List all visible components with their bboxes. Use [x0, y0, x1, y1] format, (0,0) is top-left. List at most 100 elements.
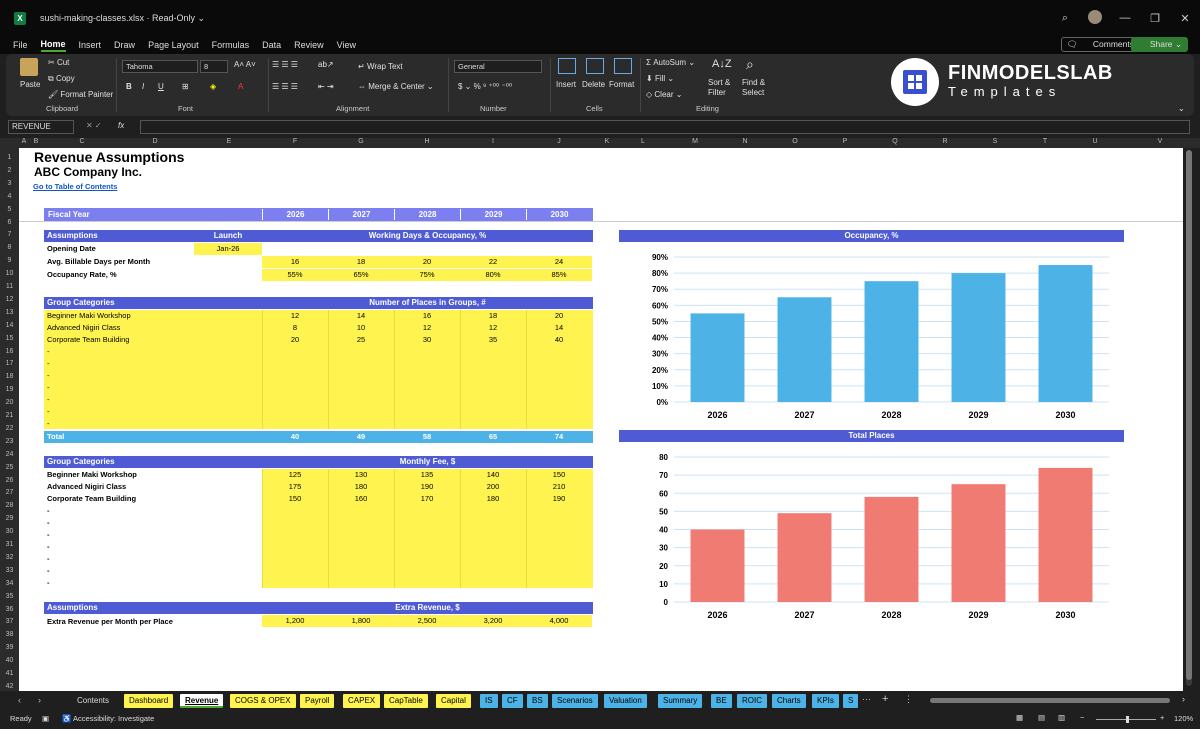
extra-revenue-value[interactable]: 3,200: [460, 615, 526, 627]
row-header[interactable]: 12: [0, 296, 19, 303]
fee-value[interactable]: 140: [460, 470, 526, 480]
billable-days-value[interactable]: 20: [394, 256, 460, 268]
row-header[interactable]: 38: [0, 631, 19, 638]
row-header[interactable]: 13: [0, 309, 19, 316]
row-header[interactable]: 40: [0, 657, 19, 664]
column-header-N[interactable]: N: [735, 138, 755, 145]
close-icon[interactable]: ✕: [1170, 12, 1200, 25]
billable-days-value[interactable]: 22: [460, 256, 526, 268]
place-value[interactable]: 12: [394, 323, 460, 333]
worksheet[interactable]: Revenue Assumptions ABC Company Inc. Go …: [19, 148, 1183, 691]
row-header[interactable]: 14: [0, 322, 19, 329]
format-painter-button[interactable]: 🖌 Format Painter: [48, 90, 113, 99]
restore-icon[interactable]: ❐: [1140, 12, 1170, 25]
place-value[interactable]: 14: [526, 323, 592, 333]
indent-icon[interactable]: ⇤ ⇥: [318, 82, 334, 91]
zoom-level[interactable]: 120%: [1174, 714, 1193, 723]
column-header-C[interactable]: C: [72, 138, 92, 145]
horizontal-scroll-thumb[interactable]: [930, 698, 1170, 703]
scroll-left-icon[interactable]: ‹: [18, 695, 21, 705]
tab-review[interactable]: Review: [294, 40, 324, 50]
sheet-tab-roic[interactable]: ROIC: [737, 694, 767, 708]
tab-page-layout[interactable]: Page Layout: [148, 40, 199, 50]
fee-value[interactable]: 150: [526, 470, 592, 480]
sheet-tab-be[interactable]: BE: [711, 694, 732, 708]
sheet-tab-contents[interactable]: Contents: [72, 694, 114, 708]
row-header[interactable]: 31: [0, 541, 19, 548]
sheet-tab-kpis[interactable]: KPIs: [812, 694, 839, 708]
row-header[interactable]: 33: [0, 567, 19, 574]
fee-value[interactable]: 170: [394, 494, 460, 504]
find-icon[interactable]: ⌕: [746, 56, 754, 73]
row-header[interactable]: 4: [0, 193, 19, 200]
sheet-tab-summary[interactable]: Summary: [658, 694, 703, 708]
wrap-text-button[interactable]: ↵ Wrap Text: [358, 62, 403, 71]
occupancy-value[interactable]: 80%: [460, 269, 526, 281]
billable-days-value[interactable]: 16: [262, 256, 328, 268]
column-header-I[interactable]: I: [483, 138, 503, 145]
font-size-box[interactable]: 8: [200, 60, 228, 73]
fee-value[interactable]: 135: [394, 470, 460, 480]
extra-revenue-value[interactable]: 1,800: [328, 615, 394, 627]
row-header[interactable]: 8: [0, 244, 19, 251]
column-header-T[interactable]: T: [1035, 138, 1055, 145]
column-header-B[interactable]: B: [26, 138, 46, 145]
formula-input[interactable]: [140, 120, 1190, 134]
row-header[interactable]: 42: [0, 683, 19, 690]
fx-icon[interactable]: fx: [118, 121, 124, 130]
row-header[interactable]: 19: [0, 386, 19, 393]
copy-button[interactable]: ⧉ Copy: [48, 74, 75, 84]
row-header[interactable]: 11: [0, 283, 19, 290]
vertical-scroll-thumb[interactable]: [1186, 150, 1192, 680]
macro-icon[interactable]: ▣: [42, 714, 49, 723]
row-header[interactable]: 36: [0, 606, 19, 613]
place-value[interactable]: 14: [328, 311, 394, 321]
row-header[interactable]: 20: [0, 399, 19, 406]
place-value[interactable]: 35: [460, 335, 526, 345]
fee-value[interactable]: 200: [460, 482, 526, 492]
billable-days-value[interactable]: 18: [328, 256, 394, 268]
column-header-O[interactable]: O: [785, 138, 805, 145]
place-value[interactable]: 25: [328, 335, 394, 345]
avatar[interactable]: [1080, 9, 1110, 27]
sheet-tab-payroll[interactable]: Payroll: [300, 694, 335, 708]
row-header[interactable]: 29: [0, 515, 19, 522]
tab-file[interactable]: File: [13, 40, 28, 50]
font-grow-icon[interactable]: A˄ A˅: [234, 60, 256, 69]
place-value[interactable]: 30: [394, 335, 460, 345]
occupancy-value[interactable]: 85%: [526, 269, 592, 281]
row-header[interactable]: 10: [0, 270, 19, 277]
row-header[interactable]: 9: [0, 257, 19, 264]
row-header[interactable]: 22: [0, 425, 19, 432]
minimize-icon[interactable]: —: [1110, 12, 1140, 24]
scroll-right-icon[interactable]: ›: [38, 695, 41, 705]
fee-value[interactable]: 160: [328, 494, 394, 504]
column-header-J[interactable]: J: [549, 138, 569, 145]
accessibility-status[interactable]: ♿ Accessibility: Investigate: [62, 714, 154, 723]
column-header-F[interactable]: F: [285, 138, 305, 145]
borders-icon[interactable]: ⊞: [182, 82, 189, 91]
cancel-icon[interactable]: ✕ ✓: [86, 121, 102, 130]
toc-link[interactable]: Go to Table of Contents: [33, 182, 117, 192]
column-header-S[interactable]: S: [985, 138, 1005, 145]
tab-formulas[interactable]: Formulas: [212, 40, 250, 50]
occupancy-value[interactable]: 65%: [328, 269, 394, 281]
fee-value[interactable]: 190: [526, 494, 592, 504]
column-header-V[interactable]: V: [1150, 138, 1170, 145]
sort-filter-button[interactable]: Sort & Filter: [708, 78, 742, 98]
column-header-H[interactable]: H: [417, 138, 437, 145]
share-button[interactable]: Share ⌄: [1130, 37, 1188, 52]
extra-revenue-value[interactable]: 4,000: [526, 615, 592, 627]
page-break-icon[interactable]: ▥: [1058, 713, 1065, 722]
font-color-icon[interactable]: A: [238, 82, 243, 91]
underline-icon[interactable]: U: [158, 82, 164, 91]
sheet-tab-s[interactable]: S: [843, 694, 859, 708]
row-header[interactable]: 6: [0, 219, 19, 226]
zoom-in-icon[interactable]: +: [1160, 713, 1164, 722]
cut-button[interactable]: ✂ Cut: [48, 58, 69, 67]
format-button[interactable]: Format: [609, 80, 634, 89]
row-header[interactable]: 17: [0, 360, 19, 367]
extra-revenue-value[interactable]: 1,200: [262, 615, 328, 627]
place-value[interactable]: 8: [262, 323, 328, 333]
orientation-icon[interactable]: ab↗: [318, 60, 334, 69]
